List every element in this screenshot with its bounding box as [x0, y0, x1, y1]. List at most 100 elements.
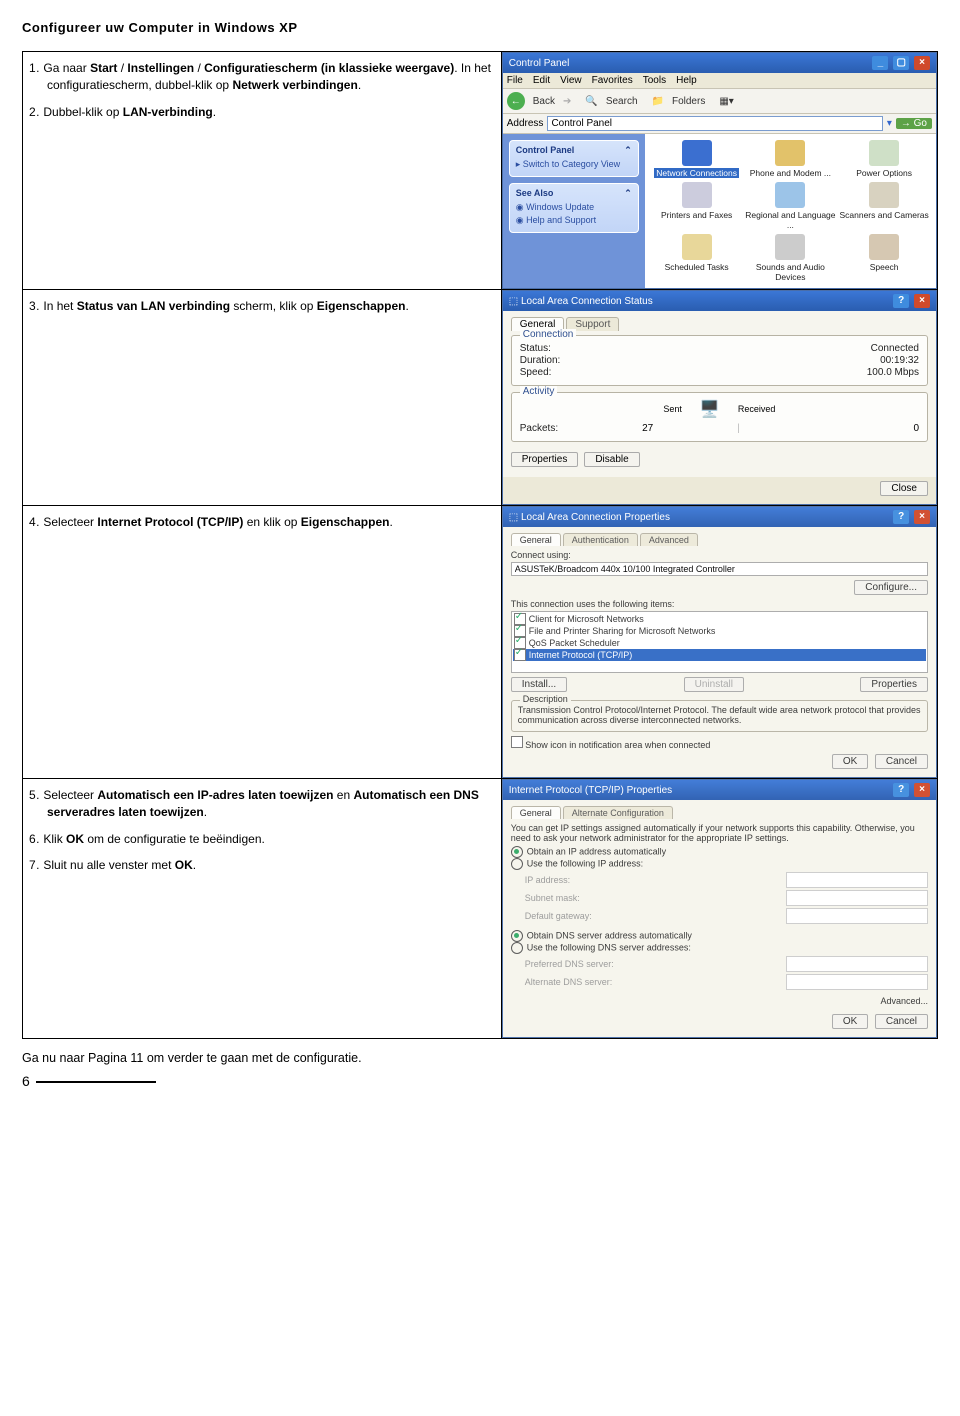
close-icon[interactable]: × [914, 294, 930, 308]
help-icon[interactable]: ? [893, 510, 909, 524]
step-1-num: 1. [29, 61, 40, 75]
properties-button[interactable]: Properties [860, 677, 928, 692]
item-client-msnet[interactable]: Client for Microsoft Networks [513, 613, 926, 625]
item-tcpip[interactable]: Internet Protocol (TCP/IP) [513, 649, 926, 661]
tab-advanced[interactable]: Advanced [640, 533, 698, 546]
items-listbox[interactable]: Client for Microsoft Networks File and P… [511, 611, 928, 673]
close-icon[interactable]: × [914, 510, 930, 524]
menu-file[interactable]: File [507, 75, 523, 86]
maximize-icon[interactable]: ▢ [893, 56, 909, 70]
menu-tools[interactable]: Tools [643, 75, 666, 86]
connect-using-label: Connect using: [511, 550, 928, 560]
item-scanners-cameras[interactable]: Scanners and Cameras [838, 182, 930, 230]
regional-icon [775, 182, 805, 208]
radio-manual-ip[interactable]: Use the following IP address: [511, 858, 928, 870]
menu-view[interactable]: View [560, 75, 582, 86]
checkbox-icon[interactable] [514, 649, 526, 661]
search-icon[interactable]: 🔍 [585, 96, 597, 107]
close-icon[interactable]: × [914, 783, 930, 797]
step-1: 1. Ga naar Start / Instellingen / Config… [29, 60, 495, 94]
window-title: ⬚ Local Area Connection Properties [509, 512, 670, 523]
phone-modem-icon [775, 140, 805, 166]
item-sounds-audio[interactable]: Sounds and Audio Devices [745, 234, 837, 282]
views-icon[interactable]: ▦▾ [719, 96, 733, 107]
address-dropdown-icon[interactable]: ▾ [887, 118, 892, 129]
step-6: 6. Klik OK om de configuratie te beëindi… [29, 831, 495, 848]
close-button[interactable]: Close [880, 481, 928, 496]
properties-button[interactable]: Properties [511, 452, 579, 467]
description-text: Transmission Control Protocol/Internet P… [518, 705, 921, 725]
install-row: Install... Uninstall Properties [511, 673, 928, 696]
item-regional-language[interactable]: Regional and Language ... [745, 182, 837, 230]
item-power-options[interactable]: Power Options [838, 140, 930, 178]
install-button[interactable]: Install... [511, 677, 567, 692]
description-legend: Description [520, 694, 571, 704]
lan-status-titlebar[interactable]: ⬚ Local Area Connection Status ? × [503, 291, 936, 311]
step-6-num: 6. [29, 832, 40, 846]
radio-manual-dns[interactable]: Use the following DNS server addresses: [511, 942, 928, 954]
close-icon[interactable]: × [914, 56, 930, 70]
folders-icon[interactable]: 📁 [652, 96, 664, 107]
tab-general[interactable]: General [511, 533, 561, 546]
item-file-printer-sharing[interactable]: File and Printer Sharing for Microsoft N… [513, 625, 926, 637]
layout-table: 1. Ga naar Start / Instellingen / Config… [22, 51, 938, 1039]
item-scheduled-tasks[interactable]: Scheduled Tasks [651, 234, 743, 282]
seealso-help-support[interactable]: ◉ Help and Support [516, 215, 632, 226]
configure-button[interactable]: Configure... [854, 580, 928, 595]
minimize-icon[interactable]: _ [872, 56, 888, 70]
help-icon[interactable]: ? [893, 783, 909, 797]
step-3: 3. In het Status van LAN verbinding sche… [29, 298, 495, 315]
packets-label: Packets: [520, 423, 558, 434]
tcpip-titlebar[interactable]: Internet Protocol (TCP/IP) Properties ? … [503, 780, 936, 800]
address-input[interactable] [547, 116, 882, 131]
menu-help[interactable]: Help [676, 75, 697, 86]
status-value: Connected [871, 343, 919, 354]
duration-label: Duration: [520, 355, 561, 366]
tab-altconfig[interactable]: Alternate Configuration [563, 806, 673, 819]
collapse-icon[interactable]: ⌃ [624, 145, 632, 156]
radio-icon[interactable] [511, 930, 523, 942]
seealso-windows-update[interactable]: ◉ Windows Update [516, 202, 632, 213]
back-icon[interactable]: ← [507, 92, 525, 110]
control-panel-titlebar[interactable]: Control Panel _ ▢ × [503, 53, 936, 73]
item-phone-modem[interactable]: Phone and Modem ... [745, 140, 837, 178]
item-printers-faxes[interactable]: Printers and Faxes [651, 182, 743, 230]
cancel-button[interactable]: Cancel [875, 754, 928, 769]
radio-icon[interactable] [511, 846, 523, 858]
ok-button[interactable]: OK [832, 754, 868, 769]
tab-authentication[interactable]: Authentication [563, 533, 638, 546]
disable-button[interactable]: Disable [584, 452, 639, 467]
ok-button[interactable]: OK [832, 1014, 868, 1029]
help-icon[interactable]: ? [893, 294, 909, 308]
checkbox-icon[interactable] [511, 736, 523, 748]
lan-props-window: ⬚ Local Area Connection Properties ? × G… [502, 506, 937, 778]
radio-icon[interactable] [511, 858, 523, 870]
collapse-icon[interactable]: ⌃ [624, 188, 632, 199]
switch-category-link[interactable]: ▸ Switch to Category View [516, 159, 632, 170]
go-button[interactable]: → Go [896, 118, 932, 129]
back-label[interactable]: Back [533, 96, 555, 107]
lan-props-titlebar[interactable]: ⬚ Local Area Connection Properties ? × [503, 507, 936, 527]
legend-activity: Activity [520, 386, 558, 397]
item-speech[interactable]: Speech [838, 234, 930, 282]
radio-icon[interactable] [511, 942, 523, 954]
activity-icon: 🖥️ [700, 399, 720, 419]
item-qos[interactable]: QoS Packet Scheduler [513, 637, 926, 649]
menu-favorites[interactable]: Favorites [592, 75, 633, 86]
item-network-connections[interactable]: Network Connections [651, 140, 743, 178]
group-connection: Connection Status:Connected Duration:00:… [511, 335, 928, 386]
step-7: 7. Sluit nu alle venster met OK. [29, 857, 495, 874]
radio-auto-dns[interactable]: Obtain DNS server address automatically [511, 930, 928, 942]
page-title: Configureer uw Computer in Windows XP [22, 20, 938, 35]
radio-auto-ip[interactable]: Obtain an IP address automatically [511, 846, 928, 858]
search-label[interactable]: Search [606, 96, 638, 107]
sounds-icon [775, 234, 805, 260]
show-icon-row[interactable]: Show icon in notification area when conn… [511, 736, 928, 750]
cancel-button[interactable]: Cancel [875, 1014, 928, 1029]
advanced-button[interactable]: Advanced... [880, 996, 928, 1006]
menu-edit[interactable]: Edit [533, 75, 550, 86]
cell-instructions-1: 1. Ga naar Start / Instellingen / Config… [23, 52, 502, 290]
tab-general[interactable]: General [511, 806, 561, 819]
folders-label[interactable]: Folders [672, 96, 705, 107]
cell-instructions-3: 4. Selecteer Internet Protocol (TCP/IP) … [23, 506, 502, 779]
